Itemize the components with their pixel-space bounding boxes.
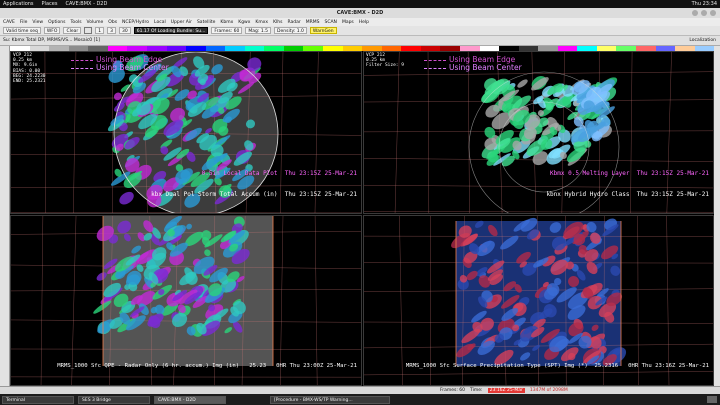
minimize-button[interactable] <box>692 10 698 16</box>
localization-button[interactable]: Localization <box>689 38 716 43</box>
first-frame-icon[interactable] <box>84 27 93 34</box>
menu-cave[interactable]: CAVE <box>3 20 15 25</box>
secondary-toolbar: Su: Kbmx Total DP, MRMS/VS... Mosaic0 [1… <box>0 36 720 46</box>
menu-kgwx[interactable]: Kgwx <box>238 20 250 25</box>
menu-maps[interactable]: Maps <box>342 20 354 25</box>
menu-upper-air[interactable]: Upper Air <box>171 20 192 25</box>
county-boundary <box>467 52 470 213</box>
pane-info-text: VCP 212 0.25 km MX: 9.6in BIAS: 0.00 BEG… <box>13 53 46 85</box>
places-menu[interactable]: Places <box>42 1 58 7</box>
wfo-button[interactable]: WFO <box>43 27 61 34</box>
map-pane-precip-type[interactable]: MRMS_1000 Sfc Surface Precipitation Type… <box>363 215 714 386</box>
menu-kmxx[interactable]: Kmxx <box>255 20 268 25</box>
menu-local[interactable]: Local <box>154 20 166 25</box>
frame-step-1[interactable]: 1 <box>95 27 105 34</box>
pane-caption: MRMS_1000 Sfc QPE - Radar Only (6 hr. ac… <box>57 349 357 384</box>
frame-step-3[interactable]: 3 <box>107 27 116 34</box>
taskbar: Terminal SES 3 Bridge CAVE:BMX - D2D [Pr… <box>0 394 720 405</box>
menu-radar[interactable]: Radar <box>287 20 300 25</box>
county-boundary <box>427 52 430 213</box>
caption-line-1: MRMS_1000 Sfc QPE - Radar Only (6 hr. ac… <box>57 363 357 369</box>
pane-caption: 0.5in Local Data Plot Thu 23:15Z 25-Mar-… <box>151 156 357 212</box>
county-boundary <box>399 216 403 385</box>
valid-time-seq-button[interactable]: Valid time seq <box>3 27 41 34</box>
menu-satellite[interactable]: Satellite <box>197 20 215 25</box>
status-frames: Frames: 60 <box>440 388 466 393</box>
pane-caption: Kbmx 0.5 Melting Layer Thu 23:15Z 25-Mar… <box>546 156 709 212</box>
taskbar-item-procedure[interactable]: [Procedure - BMX-WS/TP Warning... <box>270 395 390 404</box>
menu-obs[interactable]: Obs <box>108 20 117 25</box>
pane-info-text: VCP 212 0.25 km Filter Size: 9 <box>366 53 404 69</box>
menu-file[interactable]: File <box>20 20 28 25</box>
legend-beam-center: Using Beam Center <box>96 63 169 72</box>
main-toolbar: Valid time seq WFO Clear 1 3 30 61.17 Of… <box>0 26 720 36</box>
county-boundary <box>73 52 77 213</box>
menu-options[interactable]: Options <box>48 20 65 25</box>
beam-legend: Using Beam Edge Using Beam Center <box>424 56 522 72</box>
taskbar-item-terminal[interactable]: Terminal <box>2 395 74 404</box>
caption-line-1: MRMS_1000 Sfc Surface Precipitation Type… <box>405 363 709 369</box>
active-app-name: CAVE:BMX - D2D <box>65 1 108 7</box>
window-title-bar: CAVE:BMX - D2D <box>0 8 720 18</box>
precip-echo <box>119 191 134 205</box>
caption-line-1: 0.5in Local Data Plot Thu 23:15Z 25-Mar-… <box>201 170 357 177</box>
map-pane-hydro-class[interactable]: VCP 212 0.25 km Filter Size: 9 Using Bea… <box>363 51 714 214</box>
frames-selector[interactable]: Frames: 60 <box>211 27 243 34</box>
system-top-bar: Applications Places CAVE:BMX - D2D Thu 2… <box>0 0 720 8</box>
beam-legend: Using Beam Edge Using Beam Center <box>71 56 169 72</box>
left-tool-strip <box>0 46 10 386</box>
caption-line-2: kbnx Hybrid Hydro Class Thu 23:15Z 25-Ma… <box>546 191 709 198</box>
menu-ncep-hydro[interactable]: NCEP/Hydro <box>122 20 149 25</box>
taskbar-item-ses-bridge[interactable]: SES 3 Bridge <box>78 395 150 404</box>
menu-view[interactable]: View <box>32 20 43 25</box>
right-tool-strip <box>714 46 720 386</box>
menu-scan[interactable]: SCAN <box>324 20 336 25</box>
menu-bar: CAVE File View Options Tools Volume Obs … <box>0 18 720 26</box>
status-time-value[interactable]: 23:16Z 25-Mar <box>487 388 525 393</box>
loading-bundle-status: 61.17 Of Loading Bundle: Su... <box>133 27 209 34</box>
status-time-label: Time: <box>470 388 483 393</box>
workspace-pager[interactable] <box>707 396 717 403</box>
clear-button[interactable]: Clear <box>63 27 82 34</box>
status-bar: Frames: 60 Time: 23:16Z 25-Mar 1347M of … <box>0 386 720 394</box>
caption-line-2: kbx Dual Pol Storm Total Accum (in) Thu … <box>151 191 357 198</box>
menu-tools[interactable]: Tools <box>70 20 81 25</box>
frame-step-30[interactable]: 30 <box>118 27 131 34</box>
map-pane-storm-total[interactable]: VCP 212 0.25 km MX: 9.6in BIAS: 0.00 BEG… <box>10 51 362 214</box>
warngen-button[interactable]: WarnGen <box>309 27 337 34</box>
county-boundary <box>40 216 44 385</box>
precip-echo <box>517 79 528 88</box>
editor-tab[interactable]: Su: Kbmx Total DP, MRMS/VS... Mosaic0 [1… <box>3 38 100 43</box>
density-selector[interactable]: Density: 1.0 <box>274 27 307 34</box>
mag-selector[interactable]: Mag: 1.5 <box>245 27 272 34</box>
legend-beam-center: Using Beam Center <box>449 63 522 72</box>
menu-mrms[interactable]: MRMS <box>306 20 320 25</box>
menu-klhs[interactable]: Klhs <box>273 20 282 25</box>
menu-kbmx[interactable]: Kbmx <box>220 20 233 25</box>
maximize-button[interactable] <box>701 10 707 16</box>
clock[interactable]: Thu 23:34 <box>692 1 717 7</box>
applications-menu[interactable]: Applications <box>3 1 34 7</box>
status-memory: 1347M of 2098M <box>529 388 568 393</box>
pane-caption: MRMS_1000 Sfc Surface Precipitation Type… <box>406 349 709 384</box>
map-pane-mrms-qpe[interactable]: MRMS_1000 Sfc QPE - Radar Only (6 hr. ac… <box>10 215 362 386</box>
county-boundary <box>394 52 400 213</box>
menu-volume[interactable]: Volume <box>87 20 104 25</box>
window-title: CAVE:BMX - D2D <box>336 10 384 16</box>
menu-help[interactable]: Help <box>359 20 369 25</box>
caption-line-1: Kbmx 0.5 Melting Layer Thu 23:15Z 25-Mar… <box>550 170 709 177</box>
taskbar-item-cave[interactable]: CAVE:BMX - D2D <box>154 395 226 404</box>
close-button[interactable] <box>710 10 716 16</box>
